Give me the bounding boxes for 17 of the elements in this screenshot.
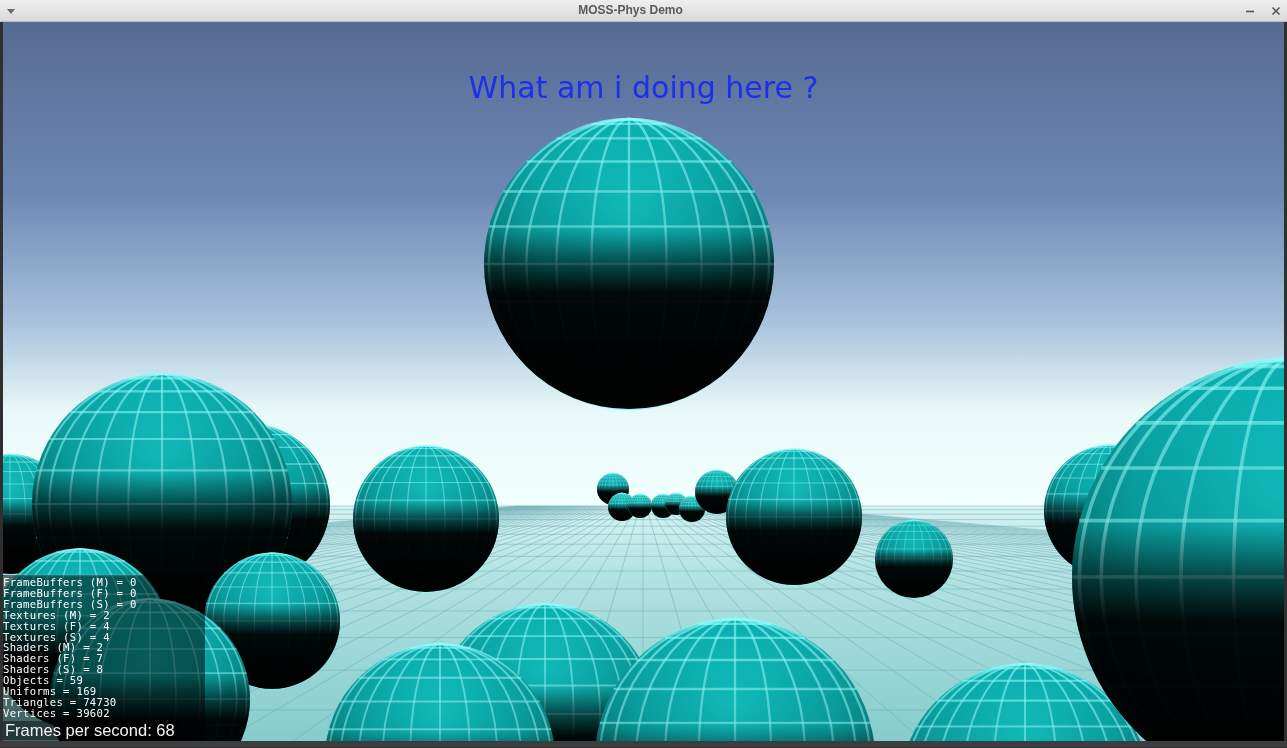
stats-line: Vertices = 39602	[3, 707, 110, 719]
stats-line: FrameBuffers (M) = 0	[3, 577, 137, 588]
stats-line: Shaders (F) = 7	[3, 653, 104, 665]
stats-line: Shaders (S) = 8	[3, 664, 104, 676]
stats-line: Uniforms = 169	[3, 686, 97, 697]
stats-line: Textures (F) = 4	[3, 620, 110, 632]
stats-line: FrameBuffers (S) = 0	[3, 598, 137, 610]
stats-line: Shaders (M) = 2	[3, 642, 104, 654]
stats-line: Textures (M) = 2	[3, 609, 110, 621]
stats-line: FrameBuffers (F) = 0	[3, 587, 137, 599]
stats-line: Textures (S) = 4	[3, 631, 110, 643]
stats-line: Triangles = 74730	[3, 696, 117, 708]
scene-caption: What am i doing here ?	[468, 70, 819, 106]
stats-line: Objects = 59	[3, 675, 84, 687]
window-title: MOSS-Phys Demo	[578, 2, 683, 19]
sphere	[627, 493, 653, 519]
close-icon[interactable]	[1271, 5, 1281, 16]
